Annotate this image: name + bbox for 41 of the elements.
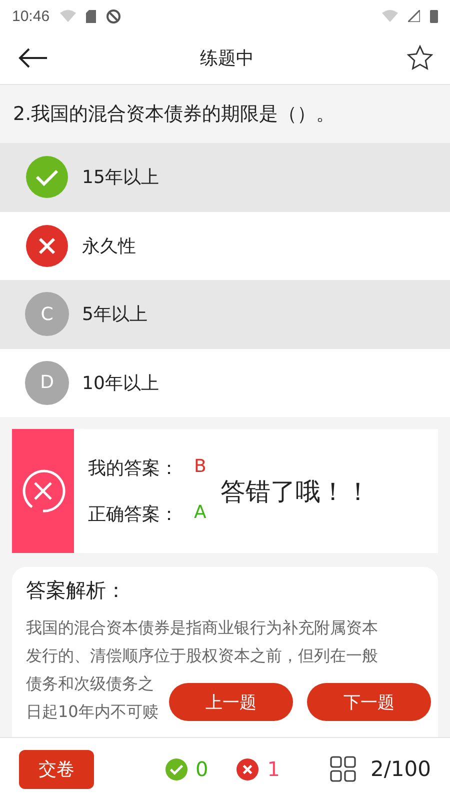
submit-button[interactable]: 交卷	[19, 750, 94, 788]
cross-icon	[25, 224, 69, 268]
analysis-text: 日起10年内不可赎	[26, 701, 158, 723]
analysis-title: 答案解析：	[26, 577, 127, 604]
wifi-icon	[60, 10, 76, 22]
wrong-icon	[20, 468, 66, 514]
option-text: 15年以上	[82, 166, 159, 190]
nav-button[interactable]: 下一题	[307, 683, 431, 721]
analysis-text: 我国的混合资本债券是指商业银行为补充附属资本	[26, 617, 378, 639]
correct-answer: A	[194, 502, 206, 525]
check-icon	[164, 758, 188, 780]
correct-answer-label: 正确答案：	[88, 503, 178, 526]
option-text: 10年以上	[82, 372, 159, 395]
answer-option[interactable]: 永久性	[0, 212, 450, 280]
my-answer: B	[194, 456, 206, 479]
sd-card-icon	[86, 10, 96, 22]
page-title: 练题中	[200, 47, 254, 70]
answer-option[interactable]: C 5年以上	[0, 280, 450, 348]
correct-count: 0	[196, 757, 208, 781]
signal-icon	[408, 10, 420, 22]
wrong-count: 1	[267, 757, 280, 781]
star-icon[interactable]	[406, 44, 434, 72]
wifi-icon	[382, 10, 398, 22]
grid-icon[interactable]	[330, 756, 356, 782]
answer-option[interactable]: D 10年以上	[0, 348, 450, 417]
status-time: 10:46	[12, 8, 50, 24]
option-letter: D	[25, 360, 69, 405]
my-answer-label: 我的答案：	[88, 457, 178, 480]
result-message: 答错了哦！！	[220, 476, 370, 508]
analysis-text: 发行的、清偿顺序位于股权资本之前，但列在一般	[26, 645, 378, 667]
battery-icon	[430, 9, 438, 23]
progress-text: 2/100	[370, 757, 431, 781]
back-icon[interactable]	[18, 48, 48, 68]
analysis-text: 债务和次级债务之	[26, 673, 154, 695]
nav-button[interactable]: 上一题	[169, 683, 293, 721]
option-letter: C	[25, 292, 69, 336]
option-text: 5年以上	[82, 303, 148, 326]
check-icon	[25, 155, 69, 200]
option-text: 永久性	[82, 234, 136, 258]
answer-option[interactable]: 15年以上	[0, 143, 450, 212]
cross-icon	[236, 758, 260, 780]
